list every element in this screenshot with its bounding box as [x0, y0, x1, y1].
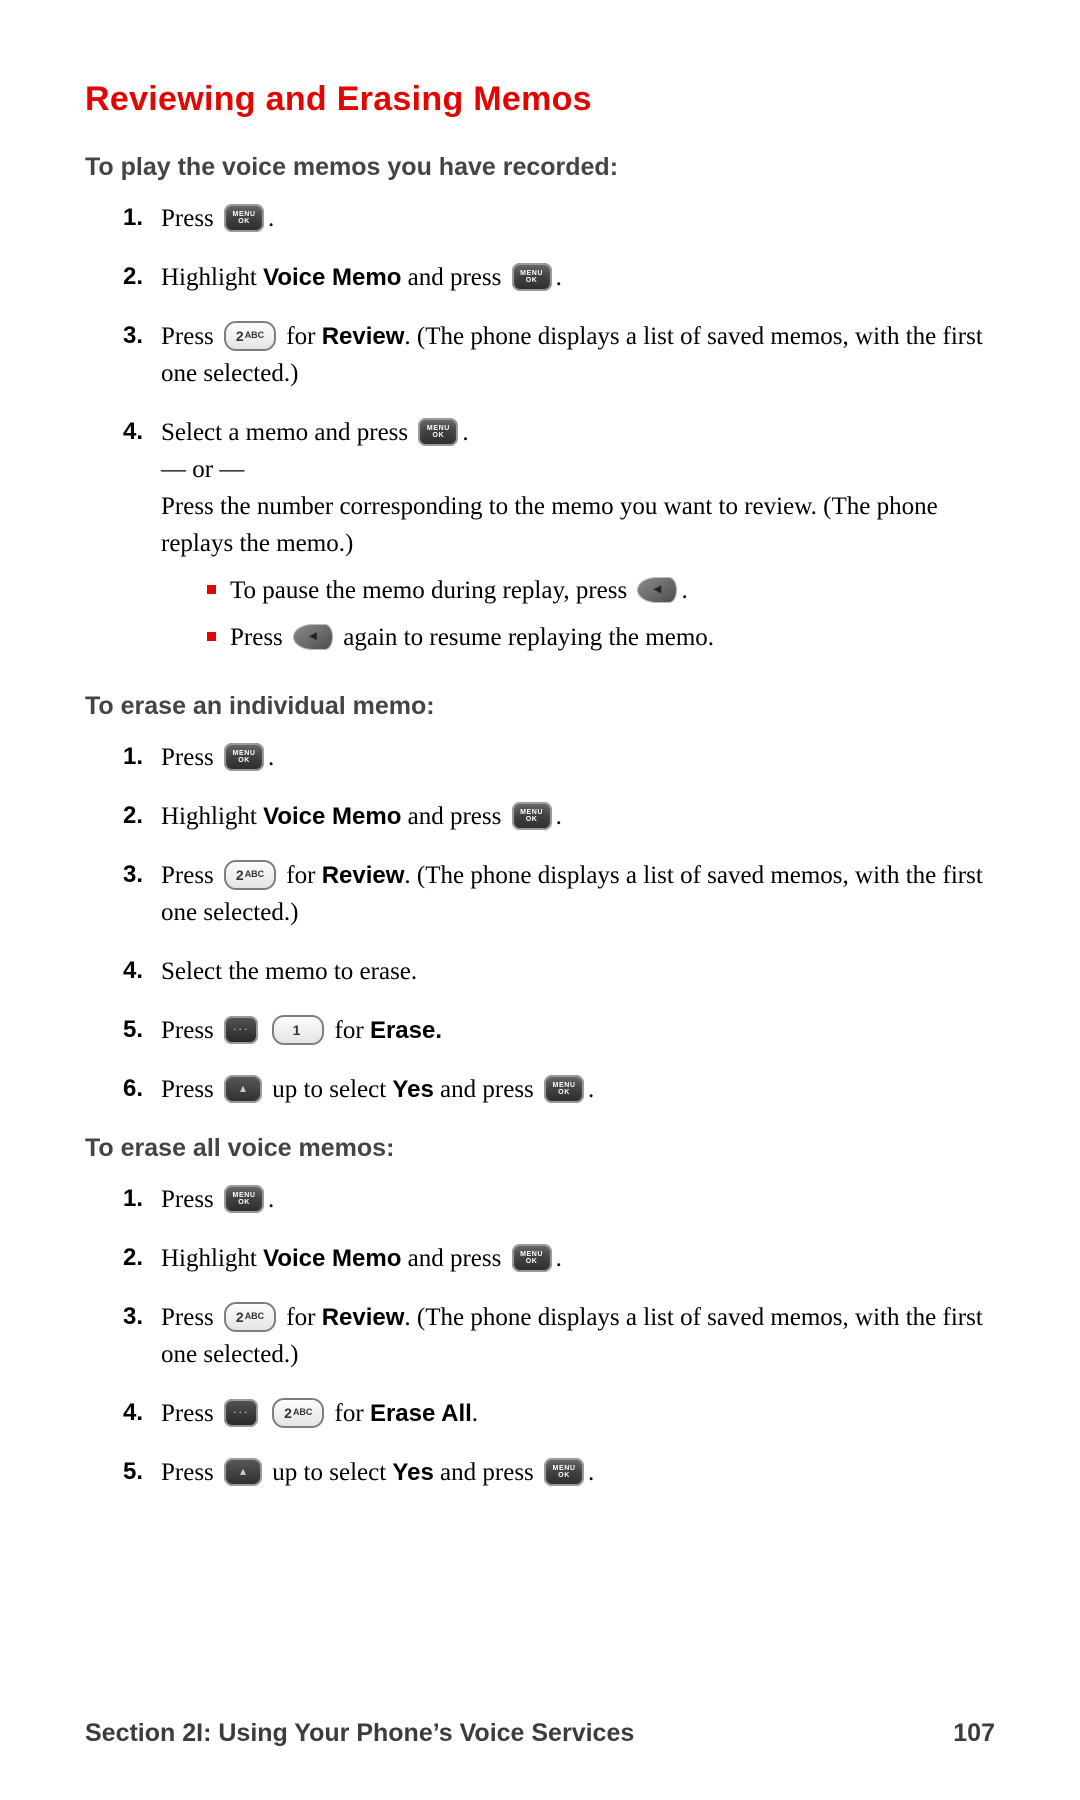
page-title: Reviewing and Erasing Memos: [85, 80, 995, 119]
step: 5.Press ··· 1 for Erase.: [85, 1012, 995, 1049]
footer-section: Section 2I: Using Your Phone’s Voice Ser…: [85, 1719, 634, 1748]
step: 2. Highlight Voice Memo and press MENUOK…: [85, 259, 995, 296]
step-number: 4.: [85, 414, 161, 450]
menu-ok-key-icon: MENUOK: [512, 802, 552, 830]
page-content: Reviewing and Erasing Memos To play the …: [85, 80, 995, 1517]
menu-ok-key-icon: MENUOK: [512, 1244, 552, 1272]
step-number: 2.: [85, 259, 161, 295]
one-key-icon: 1: [272, 1015, 324, 1045]
subhead-erase-one: To erase an individual memo:: [85, 692, 995, 721]
sub-bullet: To pause the memo during replay, press ◂…: [207, 572, 995, 609]
two-abc-key-icon: 2ABC: [272, 1398, 324, 1428]
step-body: Press MENUOK.: [161, 200, 995, 237]
bullet-icon: [207, 632, 216, 641]
step: 4.Select the memo to erase.: [85, 953, 995, 990]
steps-erase-one: 1.Press MENUOK. 2.Highlight Voice Memo a…: [85, 739, 995, 1108]
softkey-dots-icon: ···: [224, 1016, 258, 1044]
page-footer: Section 2I: Using Your Phone’s Voice Ser…: [85, 1719, 995, 1748]
step: 3.Press 2ABC for Review. (The phone disp…: [85, 1299, 995, 1373]
menu-ok-key-icon: MENUOK: [224, 1185, 264, 1213]
step-number: 1.: [85, 200, 161, 236]
back-key-icon: ◂: [637, 577, 677, 603]
menu-ok-key-icon: MENUOK: [544, 1458, 584, 1486]
steps-play: 1. Press MENUOK. 2. Highlight Voice Memo…: [85, 200, 995, 666]
step-body: Press 2ABC for Review. (The phone displa…: [161, 318, 995, 392]
menu-ok-key-icon: MENUOK: [224, 743, 264, 771]
two-abc-key-icon: 2ABC: [224, 321, 276, 351]
step-body: Highlight Voice Memo and press MENUOK.: [161, 259, 995, 296]
subhead-erase-all: To erase all voice memos:: [85, 1134, 995, 1163]
step: 1. Press MENUOK.: [85, 200, 995, 237]
step: 1.Press MENUOK.: [85, 739, 995, 776]
softkey-dots-icon: ···: [224, 1399, 258, 1427]
menu-ok-key-icon: MENUOK: [224, 204, 264, 232]
subhead-play: To play the voice memos you have recorde…: [85, 153, 995, 182]
step: 4. Select a memo and press MENUOK. — or …: [85, 414, 995, 666]
sub-bullet: Press ◂ again to resume replaying the me…: [207, 619, 995, 656]
step: 3.Press 2ABC for Review. (The phone disp…: [85, 857, 995, 931]
two-abc-key-icon: 2ABC: [224, 860, 276, 890]
two-abc-key-icon: 2ABC: [224, 1302, 276, 1332]
sub-bullets: To pause the memo during replay, press ◂…: [207, 572, 995, 656]
step: 1.Press MENUOK.: [85, 1181, 995, 1218]
step: 5.Press ▴ up to select Yes and press MEN…: [85, 1454, 995, 1491]
step: 3. Press 2ABC for Review. (The phone dis…: [85, 318, 995, 392]
bullet-icon: [207, 585, 216, 594]
menu-ok-key-icon: MENUOK: [544, 1075, 584, 1103]
menu-ok-key-icon: MENUOK: [418, 418, 458, 446]
step: 2.Highlight Voice Memo and press MENUOK.: [85, 798, 995, 835]
step-body: Select a memo and press MENUOK. — or — P…: [161, 414, 995, 666]
steps-erase-all: 1.Press MENUOK. 2.Highlight Voice Memo a…: [85, 1181, 995, 1491]
nav-key-icon: ▴: [224, 1458, 262, 1486]
step: 4.Press ··· 2ABC for Erase All.: [85, 1395, 995, 1432]
step: 2.Highlight Voice Memo and press MENUOK.: [85, 1240, 995, 1277]
back-key-icon: ◂: [293, 624, 333, 650]
step-number: 3.: [85, 318, 161, 354]
menu-ok-key-icon: MENUOK: [512, 263, 552, 291]
footer-page-number: 107: [953, 1719, 995, 1748]
nav-key-icon: ▴: [224, 1075, 262, 1103]
step: 6.Press ▴ up to select Yes and press MEN…: [85, 1071, 995, 1108]
